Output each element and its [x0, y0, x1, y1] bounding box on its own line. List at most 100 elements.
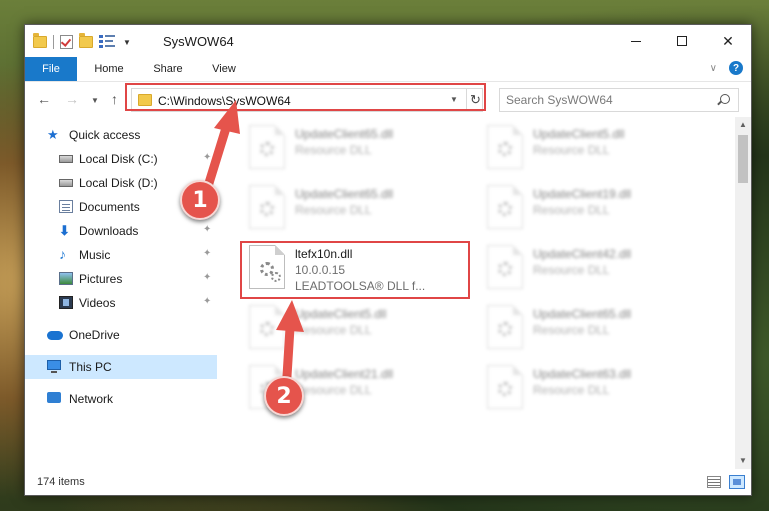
sidebar-item-onedrive[interactable]: OneDrive [25, 323, 217, 347]
pin-icon[interactable]: ✦ [203, 296, 211, 307]
window-title: SysWOW64 [163, 34, 234, 49]
file-type: Resource DLL [533, 143, 610, 157]
file-item[interactable]: UpdateClient5.dll Resource DLL [481, 121, 713, 177]
sidebar-item-label: Local Disk (C:) [79, 152, 158, 166]
navigation-pane: ★ Quick access Local Disk (C:) ✦ Local D… [25, 117, 217, 467]
scroll-up-icon[interactable]: ▲ [735, 117, 751, 133]
sidebar-item-pictures[interactable]: Pictures ✦ [25, 267, 217, 291]
recent-locations-icon[interactable]: ▼ [91, 96, 99, 105]
maximize-button[interactable] [659, 25, 705, 57]
gear-icon [498, 142, 512, 156]
close-button[interactable]: ✕ [705, 25, 751, 57]
sidebar-item-label: This PC [69, 360, 112, 374]
search-box[interactable] [499, 88, 739, 112]
scroll-down-icon[interactable]: ▼ [735, 453, 751, 469]
file-item[interactable]: UpdateClient19.dll Resource DLL [481, 181, 713, 237]
pin-icon[interactable]: ✦ [203, 272, 211, 283]
gear-icon [260, 202, 274, 216]
ribbon-controls: ∨ ? [710, 61, 743, 75]
file-item[interactable]: UpdateClient63.dll Resource DLL [481, 361, 713, 417]
new-folder-icon[interactable] [79, 33, 93, 48]
scroll-thumb[interactable] [738, 135, 748, 183]
file-name: UpdateClient5.dll [533, 127, 625, 141]
star-icon: ★ [47, 127, 59, 142]
expand-ribbon-icon[interactable]: ∨ [710, 63, 717, 74]
help-icon[interactable]: ? [729, 61, 743, 75]
sidebar-item-videos[interactable]: Videos ✦ [25, 291, 217, 315]
up-arrow-icon[interactable]: ↑ [111, 91, 118, 107]
videos-icon [59, 296, 73, 309]
gear-icon [498, 262, 512, 276]
music-icon: ♪ [59, 246, 66, 262]
tiles-view-icon[interactable] [729, 475, 745, 489]
sidebar-item-local-disk-c[interactable]: Local Disk (C:) ✦ [25, 147, 217, 171]
file-type: Resource DLL [295, 383, 372, 397]
documents-icon [59, 200, 73, 213]
caption-buttons: ✕ [613, 25, 751, 57]
sidebar-item-network[interactable]: Network [25, 387, 217, 411]
file-type: Resource DLL [533, 383, 610, 397]
gear-icon [498, 202, 512, 216]
callout-badge-1: 1 [180, 180, 220, 220]
file-highlight-box [240, 241, 470, 299]
gear-icon [498, 382, 512, 396]
file-name: UpdateClient42.dll [533, 247, 632, 261]
pin-icon[interactable]: ✦ [203, 152, 211, 163]
properties-check-icon[interactable] [60, 35, 73, 49]
dll-file-icon [487, 185, 523, 229]
sidebar-item-label: Pictures [79, 272, 123, 286]
dll-file-icon [249, 185, 285, 229]
callout-badge-2: 2 [264, 376, 304, 416]
file-name: UpdateClient65.dll [533, 307, 632, 321]
dll-file-icon [249, 305, 285, 349]
sidebar-item-quick-access[interactable]: ★ Quick access [25, 123, 217, 147]
file-item[interactable]: UpdateClient65.dll Resource DLL [243, 181, 475, 237]
file-type: Resource DLL [295, 143, 372, 157]
sidebar-item-label: Network [69, 392, 114, 406]
sidebar-item-label: Quick access [69, 128, 141, 142]
sidebar-item-downloads[interactable]: ⬇ Downloads ✦ [25, 219, 217, 243]
file-type: Resource DLL [533, 323, 610, 337]
minimize-button[interactable] [613, 25, 659, 57]
details-view-icon[interactable] [707, 476, 721, 488]
file-item[interactable]: UpdateClient5.dll Resource DLL [243, 301, 475, 357]
file-type: Resource DLL [295, 323, 372, 337]
address-highlight-box [125, 83, 486, 111]
pictures-icon [59, 272, 73, 285]
tab-home[interactable]: Home [85, 57, 133, 81]
tab-file[interactable]: File [25, 57, 77, 81]
file-item[interactable]: UpdateClient65.dll Resource DLL [481, 301, 713, 357]
status-bar: 174 items [25, 471, 751, 495]
pin-icon[interactable]: ✦ [203, 248, 211, 259]
file-item[interactable]: UpdateClient65.dll Resource DLL [243, 121, 475, 177]
pin-icon[interactable]: ✦ [203, 224, 211, 235]
file-type: Resource DLL [533, 203, 610, 217]
search-icon[interactable] [720, 94, 730, 104]
customize-toolbar-icon[interactable] [99, 35, 117, 49]
file-name: UpdateClient21.dll [295, 367, 394, 381]
folder-icon [33, 33, 47, 48]
file-name: UpdateClient65.dll [295, 127, 394, 141]
tab-share[interactable]: Share [143, 57, 193, 81]
close-icon: ✕ [722, 32, 734, 49]
disk-icon [59, 155, 73, 163]
dll-file-icon [487, 245, 523, 289]
dll-file-icon [487, 365, 523, 409]
tab-view[interactable]: View [201, 57, 247, 81]
sidebar-item-music[interactable]: ♪ Music ✦ [25, 243, 217, 267]
sidebar-item-this-pc[interactable]: This PC [25, 355, 217, 379]
toolbar-dropdown-icon[interactable]: ▼ [123, 38, 131, 47]
dll-file-icon [487, 305, 523, 349]
gear-icon [260, 142, 274, 156]
forward-arrow-icon[interactable]: → [65, 91, 79, 107]
title-bar: ▼ SysWOW64 ✕ [25, 25, 751, 57]
file-name: UpdateClient5.dll [295, 307, 387, 321]
pc-icon [47, 360, 61, 373]
vertical-scrollbar[interactable]: ▲ ▼ [735, 117, 751, 469]
gear-icon [498, 322, 512, 336]
search-input[interactable] [500, 89, 714, 111]
back-arrow-icon[interactable]: ← [37, 91, 51, 107]
file-type: Resource DLL [533, 263, 610, 277]
file-item[interactable]: UpdateClient42.dll Resource DLL [481, 241, 713, 297]
file-name: UpdateClient65.dll [295, 187, 394, 201]
